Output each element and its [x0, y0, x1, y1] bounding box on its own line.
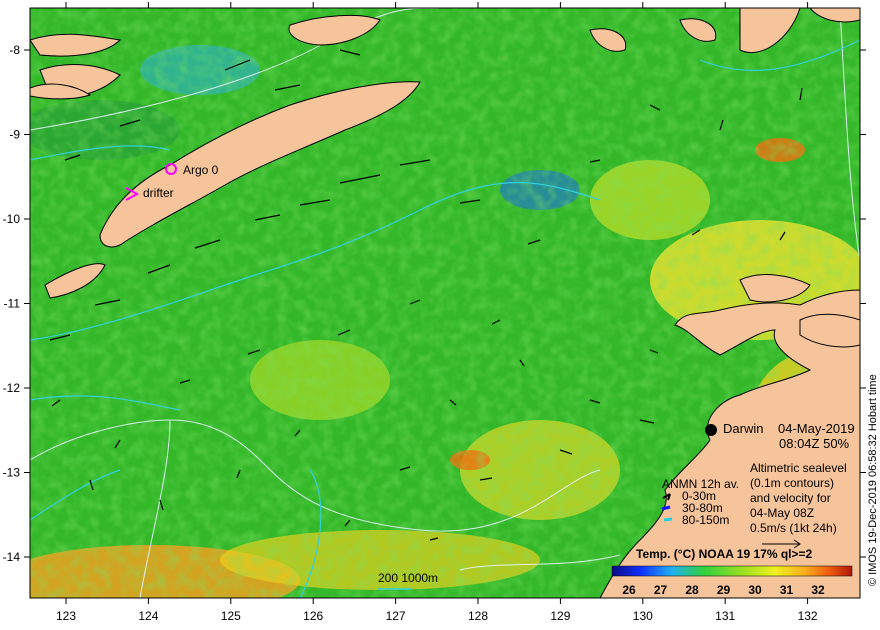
date-label: 04-May-2019 [778, 421, 855, 436]
colorbar-tick-label: 27 [654, 583, 668, 597]
side-credit: © IMOS 19-Dec-2019 06:58:32 Hobart time [867, 374, 879, 586]
legend-line-4: 04-May 08Z [750, 506, 814, 520]
x-tick-label: 124 [138, 609, 158, 623]
y-tick-label: -8 [9, 43, 20, 57]
darwin-marker [705, 424, 717, 436]
anmn-arrow-30-80 [661, 505, 671, 511]
map-area [30, 8, 860, 598]
legend-line-3: and velocity for [750, 491, 831, 505]
colorbar-tick-label: 29 [717, 583, 731, 597]
colorbar-gradient [611, 565, 853, 577]
argo-label: Argo 0 [183, 163, 219, 177]
colorbar-title: Temp. (°C) NOAA 19 17% ql>=2 [636, 547, 813, 561]
x-tick-label: 125 [221, 609, 241, 623]
colorbar-tick-label: 30 [748, 583, 762, 597]
y-tick-label: -12 [3, 381, 21, 395]
y-tick-label: -14 [3, 550, 21, 564]
x-tick-label: 132 [798, 609, 818, 623]
legend-line-1: Altimetric sealevel [750, 461, 847, 475]
anmn-label-80-150: 80-150m [682, 513, 729, 527]
y-tick-label: -9 [9, 128, 20, 142]
x-tick-label: 131 [715, 609, 735, 623]
colorbar-tick-label: 26 [622, 583, 636, 597]
sst-map-figure: 123 124 125 126 127 128 129 130 131 132 -8 -9 -10 -1… [3, 2, 879, 623]
colorbar-tick-label: 31 [780, 583, 794, 597]
depth-scale-label: 200 1000m [378, 571, 438, 585]
x-tick-label: 127 [386, 609, 406, 623]
x-tick-label: 128 [468, 609, 488, 623]
x-tick-label: 123 [56, 609, 76, 623]
colorbar-tick-label: 28 [685, 583, 699, 597]
colorbar-tick-label: 32 [811, 583, 825, 597]
darwin-label: Darwin [723, 421, 763, 436]
legend-line-2: (0.1m contours) [750, 476, 834, 490]
y-tick-label: -11 [4, 297, 21, 311]
x-tick-label: 126 [303, 609, 323, 623]
y-tick-label: -13 [3, 466, 21, 480]
x-tick-label: 129 [550, 609, 570, 623]
y-tick-label: -10 [3, 212, 21, 226]
drifter-label: drifter [143, 186, 174, 200]
anmn-arrow-80-150 [663, 517, 673, 522]
legend-line-5: 0.5m/s (1kt 24h) [750, 521, 837, 535]
time-percent-label: 08:04Z 50% [779, 436, 850, 451]
x-tick-label: 130 [633, 609, 653, 623]
